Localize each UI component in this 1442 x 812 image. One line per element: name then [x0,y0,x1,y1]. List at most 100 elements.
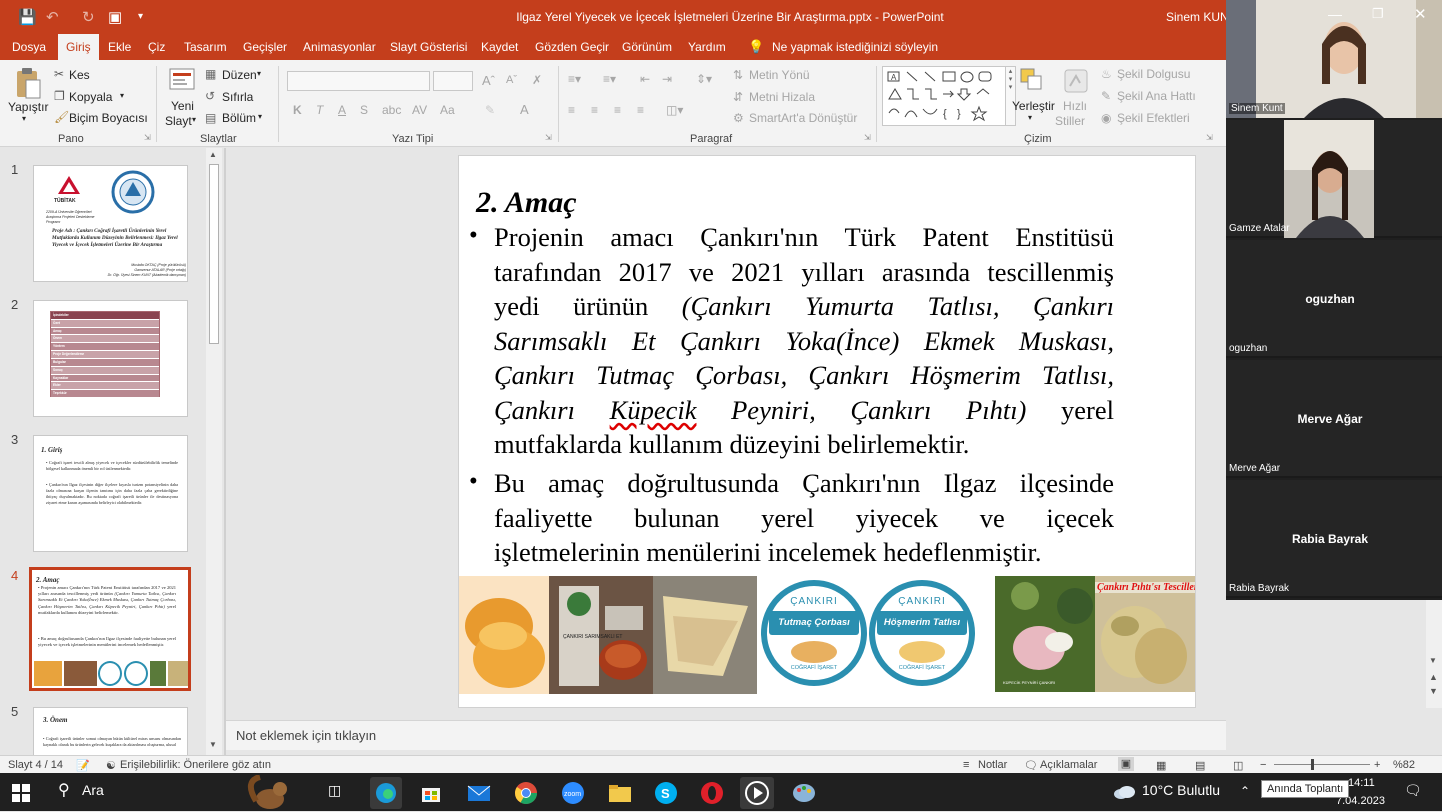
shape-fill-button[interactable]: Şekil Dolgusu [1117,67,1190,81]
thumbnail-scrollbar[interactable]: ▲ ▼ [206,148,222,755]
opera-icon[interactable] [700,781,724,805]
tab-animations[interactable]: Animasyonlar [303,40,376,54]
chrome-icon[interactable] [514,781,538,805]
align-text-button[interactable]: Metni Hizala [749,90,815,104]
yoka-ekmek-photo[interactable] [653,576,757,694]
next-slide-icon[interactable]: ▼ [1429,686,1438,696]
windows-start-icon[interactable] [12,784,30,802]
scrollbar-thumb[interactable] [209,164,219,344]
new-slide-label-1[interactable]: Yeni [171,99,194,113]
zoom-out-icon[interactable]: − [1260,759,1266,771]
section-button[interactable]: Bölüm [222,111,256,125]
increase-indent-icon[interactable]: ⇥ [662,72,672,86]
skype-icon[interactable]: S [654,781,678,805]
zoom-slider-handle[interactable] [1311,759,1314,770]
show-hidden-icons[interactable]: ⌃ [1240,784,1250,798]
tab-transitions[interactable]: Geçişler [243,40,287,54]
notes-pane[interactable]: Not eklemek için tıklayın [226,720,1226,750]
section-dropdown-icon[interactable]: ▾ [258,112,262,121]
kupecik-peyniri-photo[interactable]: KÜPECİK PEYNİRİ ÇANKIRI [995,576,1095,692]
italic-button[interactable]: T [316,103,323,117]
notifications-icon[interactable]: 🗨 [1404,782,1422,799]
align-right-icon[interactable]: ≡ [614,103,621,117]
arrange-icon[interactable] [1018,66,1046,96]
pihti-photo[interactable] [1095,576,1195,692]
shapes-gallery-scroll[interactable]: ▴ ▾ ▾ [1006,66,1016,126]
slide-thumbnail-3[interactable]: 1. Giriş • Coğrafi işaret tescili almış … [33,435,188,552]
clock-time[interactable]: 14:11 [1348,777,1375,789]
zoom-in-icon[interactable]: + [1374,759,1380,771]
increase-font-icon[interactable]: Aˆ [482,73,495,88]
new-slide-icon[interactable] [168,66,196,96]
char-spacing-button[interactable]: AV [412,103,427,117]
format-painter-button[interactable]: Biçim Boyacısı [69,111,148,125]
present-icon[interactable]: ▣ [108,8,122,26]
scroll-down-icon[interactable]: ▼ [209,740,217,749]
normal-view-icon[interactable]: ▣ [1118,757,1134,771]
quick-styles-icon[interactable] [1062,66,1090,96]
slide-canvas[interactable]: 2. Amaç • Projenin amacı Çankırı'nın Tür… [458,155,1196,708]
bold-button[interactable]: K [293,103,302,117]
arrange-button[interactable]: Yerleştir [1012,99,1055,113]
slide-thumbnail-1[interactable]: TÜBİTAK 2209-A Üniversite Öğrencileri Ar… [33,165,188,282]
change-case-button[interactable]: Aa [440,103,455,117]
spellcheck-icon[interactable]: 📝 [76,759,90,772]
shapes-gallery[interactable]: A { } [882,66,1006,126]
tell-me-search[interactable]: Ne yapmak istediğinizi söyleyin [772,40,938,54]
decrease-font-icon[interactable]: Aˇ [506,74,517,86]
pane-splitter[interactable] [224,148,226,755]
notes-toggle[interactable]: Notlar [978,759,1007,771]
restore-icon[interactable]: ❐ [1372,6,1384,22]
layout-dropdown-icon[interactable]: ▾ [257,69,261,78]
paragraph-launcher-icon[interactable]: ⇲ [864,133,871,142]
slideshow-view-icon[interactable]: ◫ [1233,759,1243,772]
drawing-launcher-icon[interactable]: ⇲ [1206,133,1213,142]
scroll-down-icon[interactable]: ▼ [1429,656,1437,665]
zoom-level[interactable]: %82 [1393,759,1415,771]
mail-icon[interactable] [467,782,491,804]
font-color-button[interactable]: A [520,102,529,117]
smartart-button[interactable]: SmartArt'a Dönüştür [749,111,857,125]
participant-tile[interactable]: Merve Ağar Merve Ağar [1226,360,1442,478]
undo-icon[interactable]: ↶ [46,8,59,26]
shadow-button[interactable]: S [360,103,368,117]
decrease-indent-icon[interactable]: ⇤ [640,72,650,86]
taskbar-search[interactable]: Ara [82,782,104,798]
tab-insert[interactable]: Ekle [108,40,131,54]
tab-draw[interactable]: Çiz [148,40,165,54]
cut-button[interactable]: Kes [69,68,90,82]
media-player-taskbar-button[interactable] [740,777,774,809]
quick-styles-label-2[interactable]: Stiller [1055,114,1085,128]
weather-status[interactable]: 10°C Bulutlu [1142,782,1220,798]
new-slide-dropdown-icon[interactable]: ▾ [192,115,196,124]
underline-button[interactable]: A [338,103,346,117]
tab-home[interactable]: Giriş [58,34,99,60]
shape-effects-button[interactable]: Şekil Efektleri [1117,111,1190,125]
tab-design[interactable]: Tasarım [184,40,227,54]
align-left-icon[interactable]: ≡ [568,103,575,117]
accessibility-status[interactable]: Erişilebilirlik: Önerilere göz atın [120,759,271,771]
notes-placeholder[interactable]: Not eklemek için tıklayın [236,728,376,743]
store-icon[interactable] [420,782,442,804]
participant-tile[interactable]: Gamze Atalar [1226,120,1442,238]
hosmerim-tatlisi-badge[interactable]: ÇANKIRI Höşmerim Tatlısı COĞRAFİ İŞARET [869,580,975,686]
font-size-select[interactable] [433,71,473,91]
participant-tile[interactable]: Rabia Bayrak Rabia Bayrak [1226,480,1442,598]
tab-review[interactable]: Gözden Geçir [535,40,609,54]
slide-sorter-icon[interactable]: ▦ [1156,759,1166,772]
reset-button[interactable]: Sıfırla [222,90,253,104]
slide-thumbnail-5[interactable]: 3. Önem • Coğrafi işaretli ürünler somut… [33,707,188,755]
close-icon[interactable]: ✕ [1414,5,1427,23]
slide-bullet-1[interactable]: Projenin amacı Çankırı'nın Türk Patent E… [494,220,1114,462]
slide-counter[interactable]: Slayt 4 / 14 [8,759,63,771]
tab-help[interactable]: Yardım [688,40,726,54]
tab-view[interactable]: Görünüm [622,40,672,54]
search-icon[interactable]: ⚲ [58,780,70,800]
yumurta-tatlisi-photo[interactable] [459,576,549,694]
slide-thumbnail-2[interactable]: İçindekiler Özet Amaç Önem Yöntem Proje Değer… [33,300,188,417]
participant-tile[interactable]: oguzhan oguzhan [1226,240,1442,358]
highlight-icon[interactable]: ✎ [485,103,495,117]
slide-title[interactable]: 2. Amaç [476,186,577,220]
zoom-app-icon[interactable]: zoom [561,781,585,805]
arrange-dropdown-icon[interactable]: ▾ [1028,113,1032,122]
